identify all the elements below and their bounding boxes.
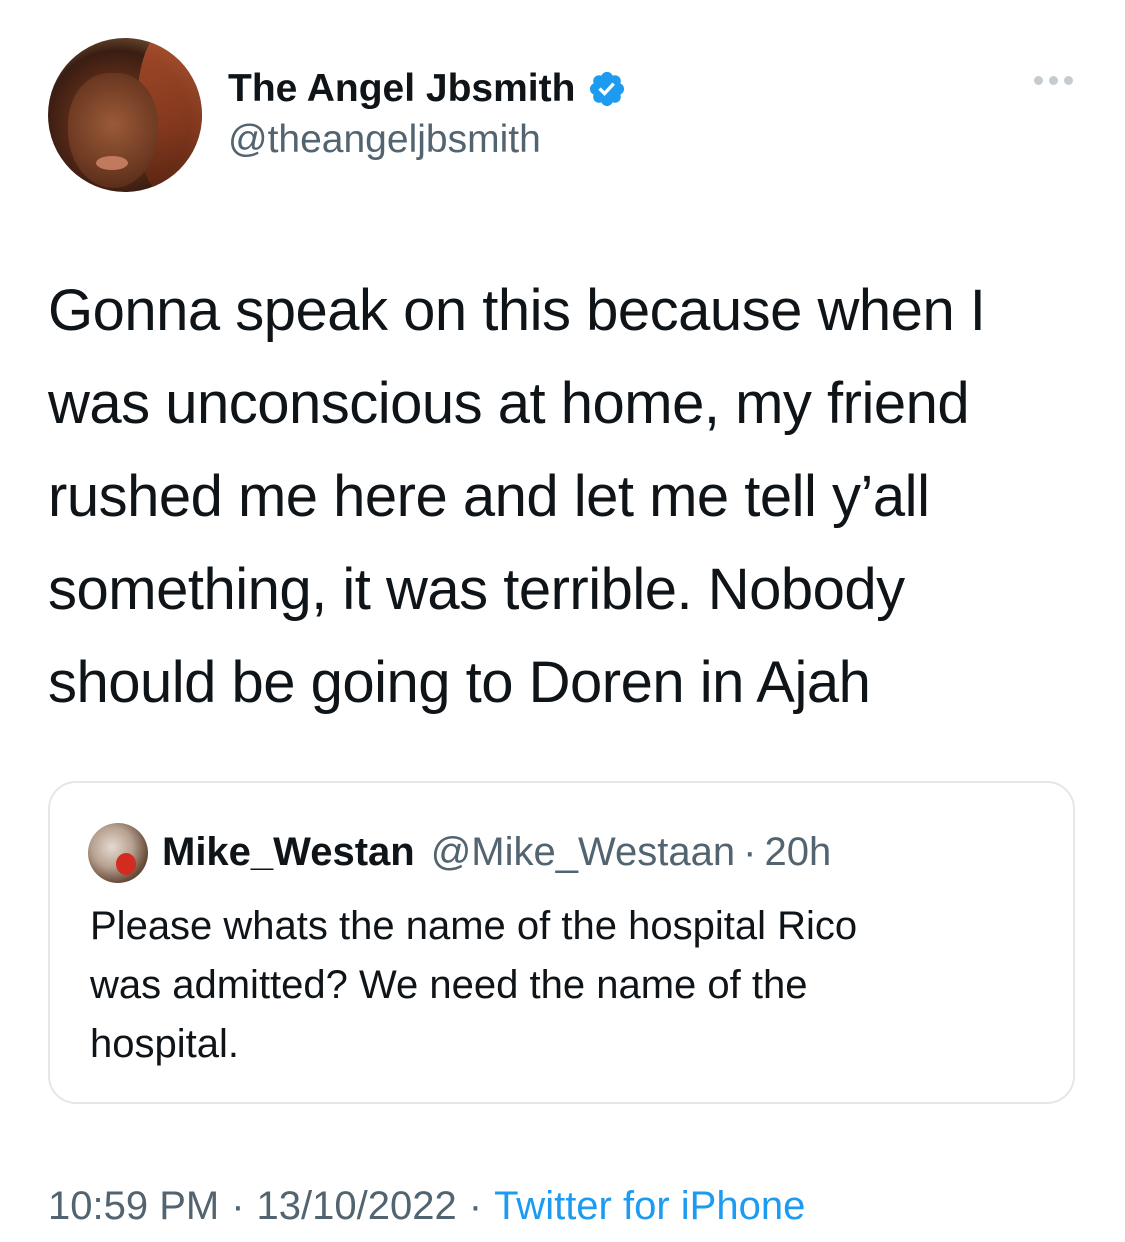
tweet-detail: The Angel Jbsmith @theangeljbsmith Gonna…: [0, 0, 1125, 1242]
author-name-row: The Angel Jbsmith: [228, 64, 627, 114]
avatar-lips-shape: [96, 156, 128, 170]
meta-separator: ·: [468, 1183, 483, 1228]
quoted-author-name: Mike_Westan: [162, 829, 415, 874]
quoted-separator-dot: ·: [743, 829, 757, 874]
quoted-text-line: was admitted? We need the name of the: [90, 963, 808, 1007]
tweet-source-link[interactable]: Twitter for iPhone: [494, 1184, 805, 1229]
tweet-text-line: something, it was terrible. Nobody: [48, 557, 905, 622]
quoted-tweet-card[interactable]: Mike_Westan @Mike_Westaan · 20h Please w…: [48, 781, 1075, 1104]
quoted-text-line: Please whats the name of the hospital Ri…: [90, 904, 858, 948]
quoted-author-handle: @Mike_Westaan: [430, 829, 736, 874]
more-dot: [1034, 76, 1043, 85]
verified-badge-icon: [587, 69, 627, 109]
quoted-timestamp: 20h: [764, 829, 832, 874]
meta-separator: ·: [231, 1183, 245, 1228]
avatar-face-shape: [68, 73, 158, 188]
tweet-date[interactable]: 13/10/2022: [257, 1184, 457, 1229]
author-avatar[interactable]: [48, 38, 202, 192]
tweet-text-line: Gonna speak on this because when I: [48, 278, 986, 343]
tweet-text-line: rushed me here and let me tell y’all: [48, 464, 930, 529]
quoted-tweet-header: Mike_Westan @Mike_Westaan · 20h: [162, 827, 831, 877]
tweet-text-line: was unconscious at home, my friend: [48, 371, 970, 436]
quoted-avatar-shape: [116, 853, 136, 875]
more-dot: [1049, 76, 1058, 85]
more-dot: [1064, 76, 1073, 85]
tweet-meta: 10:59 PM · 13/10/2022 · Twitter for iPho…: [48, 1180, 805, 1232]
quoted-tweet-text: Please whats the name of the hospital Ri…: [90, 897, 1050, 1074]
tweet-text: Gonna speak on this because when I was u…: [48, 264, 1088, 729]
author-handle[interactable]: @theangeljbsmith: [228, 118, 541, 162]
tweet-text-line: should be going to Doren in Ajah: [48, 650, 871, 715]
quoted-author-avatar: [88, 823, 148, 883]
quoted-text-line: hospital.: [90, 1022, 239, 1066]
author-display-name[interactable]: The Angel Jbsmith: [228, 67, 575, 111]
more-options-icon[interactable]: [1034, 76, 1073, 85]
tweet-time[interactable]: 10:59 PM: [48, 1184, 219, 1229]
